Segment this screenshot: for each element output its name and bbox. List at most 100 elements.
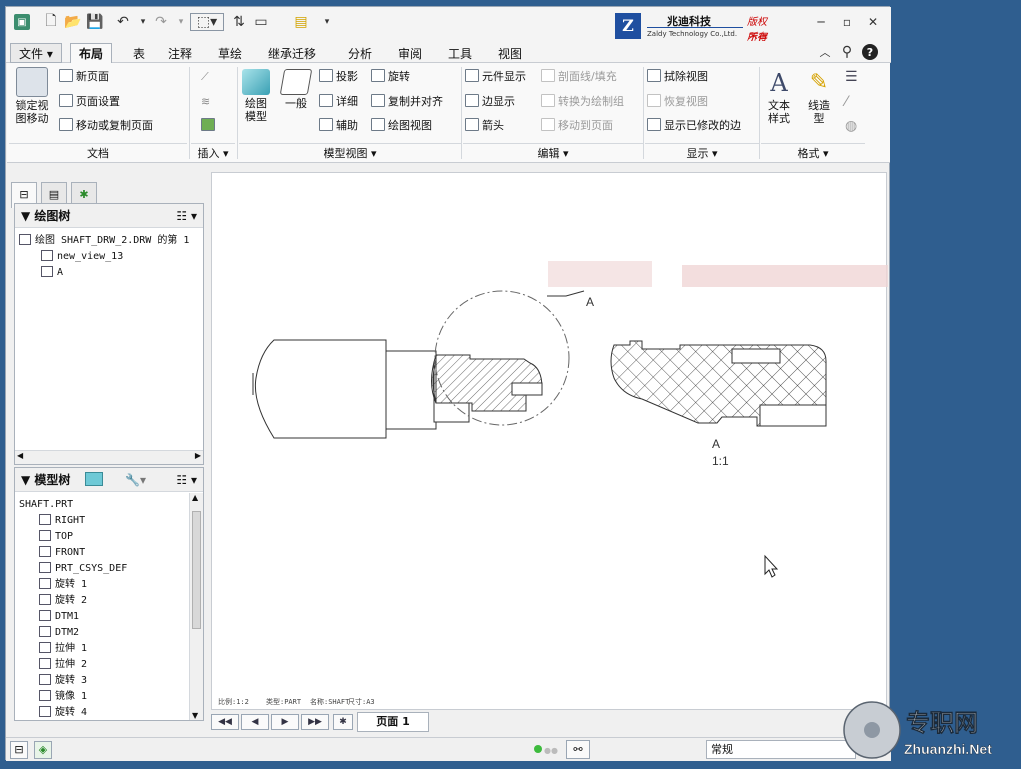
scroll-right-icon[interactable]: ▶	[195, 451, 201, 460]
tree-item-detail[interactable]: A	[41, 266, 63, 280]
tree-item-dtm1[interactable]: DTM1	[39, 610, 79, 624]
new-page-tab-icon[interactable]: ✱	[333, 714, 353, 730]
general-view-button[interactable]: 一般	[279, 69, 313, 110]
tree-item-revolve-2[interactable]: 旋转 2	[39, 594, 87, 608]
tree-item-extrude-2[interactable]: 拉伸 2	[39, 658, 87, 672]
restore-view-button[interactable]: 恢复视图	[647, 94, 708, 110]
tree-item-revolve-1[interactable]: 旋转 1	[39, 578, 87, 592]
convert-group-button[interactable]: 转换为绘制组	[541, 94, 624, 110]
section-line-button[interactable]: 剖面线/填充	[541, 69, 617, 85]
minimize-ribbon-icon[interactable]: ︿	[816, 43, 834, 61]
tree-item-dtm2[interactable]: DTM2	[39, 626, 79, 640]
tab-sketch[interactable]: 草绘	[209, 43, 251, 63]
revolve-button[interactable]: 旋转	[371, 69, 410, 85]
line-props-icon[interactable]: ☰	[845, 69, 858, 85]
move-to-page-button[interactable]: 移动到页面	[541, 118, 613, 134]
drawing-view-button[interactable]: 绘图视图	[371, 118, 432, 134]
view-scale-label[interactable]: 1:1	[712, 454, 729, 468]
scroll-left-icon[interactable]: ◀	[17, 451, 23, 460]
tree-item-revolve-3[interactable]: 旋转 3	[39, 674, 87, 688]
projection-button[interactable]: 投影	[319, 69, 358, 85]
regenerate-icon[interactable]: ⇅	[230, 13, 248, 31]
model-tree-root[interactable]: SHAFT.PRT	[19, 498, 73, 512]
scroll-up-icon[interactable]: ▲	[192, 493, 198, 502]
arrow-button[interactable]: 箭头	[465, 118, 504, 134]
drawing-canvas[interactable]: A A 1:1 比例:1:2 类型:PART 名称:SHAFT 尺寸:A3	[211, 172, 948, 710]
next-page-icon[interactable]: ▶	[271, 714, 299, 730]
model-icon[interactable]	[85, 472, 103, 486]
tab-analysis[interactable]: 分析	[339, 43, 381, 63]
lock-view-button[interactable]: 锁定视 图移动	[11, 67, 53, 125]
horizontal-scrollbar[interactable]: ◀ ▶	[15, 450, 203, 464]
tree-item-drawing[interactable]: 绘图 SHAFT_DRW_2.DRW 的第 1	[19, 234, 189, 248]
detailed-button[interactable]: 详细	[319, 94, 358, 110]
insert-datum-icon[interactable]: ⟋	[201, 69, 209, 85]
vertical-scrollbar[interactable]: ▲ ▼	[189, 493, 203, 720]
tree-item-front[interactable]: FRONT	[39, 546, 85, 560]
tab-annotate[interactable]: 注释	[159, 43, 201, 63]
tree-item-top[interactable]: TOP	[39, 530, 73, 544]
undo-icon[interactable]: ↶	[114, 13, 132, 31]
repeat-format-icon[interactable]: ◍	[845, 118, 857, 134]
tab-file[interactable]: 文件 ▾	[10, 43, 62, 63]
tools-icon[interactable]: 🔧▾	[125, 468, 146, 492]
help-icon[interactable]: ?	[862, 44, 878, 60]
browser-toggle-icon[interactable]: ◈	[34, 741, 52, 759]
tree-item-view[interactable]: new_view_13	[41, 250, 123, 264]
tab-legacy-migration[interactable]: 继承迁移	[259, 43, 325, 63]
tree-filter-icon[interactable]: ☷ ▾	[176, 468, 197, 492]
minimize-button[interactable]: ─	[810, 13, 832, 31]
page-setup-button[interactable]: 页面设置	[59, 94, 120, 110]
tab-view[interactable]: 视图	[489, 43, 531, 63]
tree-item-extrude-1[interactable]: 拉伸 1	[39, 642, 87, 656]
page-tab[interactable]: 页面 1	[357, 712, 429, 732]
redo-icon[interactable]: ↷	[152, 13, 170, 31]
copy-align-button[interactable]: 复制并对齐	[371, 94, 443, 110]
erase-view-button[interactable]: 拭除视图	[647, 69, 708, 85]
move-copy-page-button[interactable]: 移动或复制页面	[59, 118, 153, 134]
tree-item-csys[interactable]: PRT_CSYS_DEF	[39, 562, 127, 576]
text-style-button[interactable]: A 文本 样式	[761, 67, 797, 125]
maximize-button[interactable]: ▫	[836, 13, 858, 31]
tab-review[interactable]: 审阅	[389, 43, 431, 63]
windows-icon[interactable]: ▭	[252, 13, 270, 31]
customize-dropdown-icon[interactable]: ▾	[318, 13, 336, 31]
detail-label-a[interactable]: A	[586, 295, 594, 309]
show-modified-edges-button[interactable]: 显示已修改的边	[647, 118, 741, 134]
hatch-icon[interactable]: ⁄	[845, 94, 847, 110]
tree-item-right[interactable]: RIGHT	[39, 514, 85, 528]
selection-filter-value: 常规	[711, 743, 733, 756]
scroll-thumb[interactable]	[192, 511, 201, 629]
view-label-a[interactable]: A	[712, 437, 720, 451]
redo-dropdown-icon[interactable]: ▾	[172, 13, 190, 31]
tree-item-revolve-4[interactable]: 旋转 4	[39, 706, 87, 720]
tab-table[interactable]: 表	[124, 43, 154, 63]
element-display-button[interactable]: 元件显示	[465, 69, 526, 85]
line-style-button[interactable]: ✎ 线造 型	[801, 67, 837, 125]
selection-filter[interactable]: 常规	[706, 740, 856, 759]
last-page-icon[interactable]: ▶▶	[301, 714, 329, 730]
tab-tools[interactable]: 工具	[439, 43, 481, 63]
search-icon[interactable]: ⚲	[838, 43, 856, 61]
open-folder-icon[interactable]: 📂	[64, 13, 82, 31]
prev-page-icon[interactable]: ◀	[241, 714, 269, 730]
first-page-icon[interactable]: ◀◀	[211, 714, 239, 730]
find-icon[interactable]: ⚯	[566, 740, 590, 759]
close-window-folder-icon[interactable]: ▤	[292, 13, 310, 31]
scroll-down-icon[interactable]: ▼	[192, 711, 198, 720]
tree-settings-icon[interactable]: ☷ ▾	[176, 204, 197, 228]
tree-item-mirror-1[interactable]: 镜像 1	[39, 690, 87, 704]
insert-image-icon[interactable]	[201, 118, 218, 134]
tab-layout[interactable]: 布局	[70, 43, 113, 64]
close-button[interactable]: ✕	[862, 13, 884, 31]
drawing-model-button[interactable]: 绘图 模型	[239, 69, 273, 123]
undo-dropdown-icon[interactable]: ▾	[134, 13, 152, 31]
select-box-icon[interactable]: ⬚▾	[190, 13, 224, 31]
auxiliary-button[interactable]: 辅助	[319, 118, 358, 134]
new-file-icon[interactable]: 🗋	[42, 13, 60, 31]
tree-toggle-icon[interactable]: ⊟	[10, 741, 28, 759]
edge-display-button[interactable]: 边显示	[465, 94, 515, 110]
insert-layer-icon[interactable]: ≋	[201, 94, 210, 110]
save-icon[interactable]: 💾	[86, 13, 104, 31]
new-page-button[interactable]: 新页面	[59, 69, 109, 85]
